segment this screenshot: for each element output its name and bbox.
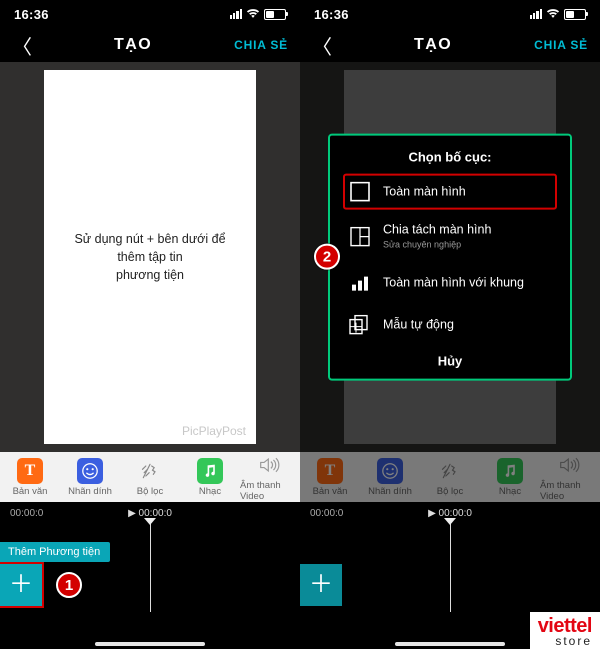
tool-row: TBản văn Nhãn dính Bộ lọc Nhạc Âm thanh … <box>300 452 600 502</box>
home-indicator <box>395 642 505 646</box>
dialog-title: Chọn bố cục: <box>344 150 556 165</box>
wifi-icon <box>246 7 260 22</box>
wifi-icon <box>546 7 560 22</box>
tool-filter[interactable]: Bộ lọc <box>420 452 480 502</box>
tool-row: TBản văn Nhãn dính Bộ lọc Nhạc Âm thanh … <box>0 452 300 502</box>
share-button[interactable]: CHIA SẺ <box>534 38 588 52</box>
layout-picker-dialog: 2 Chọn bố cục: Toàn màn hình Chia tách m… <box>328 134 572 381</box>
tool-text[interactable]: TBản văn <box>300 452 360 502</box>
page-title: TẠO <box>414 36 452 54</box>
app-header: 〈 TẠO CHIA SẺ <box>300 28 600 62</box>
preview-area: 2 Chọn bố cục: Toàn màn hình Chia tách m… <box>300 62 600 452</box>
tool-filter[interactable]: Bộ lọc <box>120 452 180 502</box>
timeline-track[interactable]: ＋ <box>300 524 600 612</box>
callout-step-2: 2 <box>314 244 340 270</box>
tutorial-side-by-side: 16:36 〈 TẠO CHIA SẺ Sử dụng nút + bên dư… <box>0 0 600 649</box>
viettel-store-logo: viettel store <box>530 612 600 649</box>
app-header: 〈 TẠO CHIA SẺ <box>0 28 300 62</box>
tool-music[interactable]: Nhạc <box>180 452 240 502</box>
placeholder-text: Sử dụng nút + bên dưới để thêm tập tin p… <box>62 230 238 284</box>
add-media-button[interactable]: ＋ <box>300 564 342 606</box>
phone-screenshot-right: 16:36 〈 TẠO CHIA SẺ 2 Chọn bố cục: Toàn … <box>300 0 600 649</box>
tool-audio-from-video[interactable]: Âm thanh Video <box>240 452 300 502</box>
status-time: 16:36 <box>314 7 349 22</box>
cellular-icon <box>230 9 242 19</box>
opt-auto-template[interactable]: Mẫu tự động <box>344 307 556 341</box>
share-button[interactable]: CHIA SẺ <box>234 38 288 52</box>
tool-sticker[interactable]: Nhãn dính <box>60 452 120 502</box>
tool-sticker[interactable]: Nhãn dính <box>360 452 420 502</box>
time-start: 00:00:0 <box>310 508 343 519</box>
home-indicator <box>95 642 205 646</box>
dialog-cancel[interactable]: Hủy <box>344 353 556 368</box>
frame-icon <box>349 271 371 293</box>
preview-canvas[interactable]: Sử dụng nút + bên dưới để thêm tập tin p… <box>44 70 256 444</box>
auto-template-icon <box>349 313 371 335</box>
phone-screenshot-left: 16:36 〈 TẠO CHIA SẺ Sử dụng nút + bên dư… <box>0 0 300 649</box>
status-bar: 16:36 <box>0 0 300 28</box>
playhead-line <box>450 524 451 612</box>
playhead-time: ▶ 00:00:0 <box>428 508 472 519</box>
status-bar: 16:36 <box>300 0 600 28</box>
battery-icon <box>264 9 286 20</box>
playhead-marker[interactable] <box>444 518 456 525</box>
back-button[interactable]: 〈 <box>312 31 332 60</box>
tool-text[interactable]: TBản văn <box>0 452 60 502</box>
playhead-marker[interactable] <box>144 518 156 525</box>
preview-area: Sử dụng nút + bên dưới để thêm tập tin p… <box>0 62 300 452</box>
opt-fullscreen-frame[interactable]: Toàn màn hình với khung <box>344 265 556 299</box>
playhead-time: ▶ 00:00:0 <box>128 508 172 519</box>
split-icon <box>349 226 371 248</box>
add-media-button[interactable]: ＋ <box>0 564 42 606</box>
page-title: TẠO <box>114 36 152 54</box>
time-start: 00:00:0 <box>10 508 43 519</box>
battery-icon <box>564 9 586 20</box>
status-time: 16:36 <box>14 7 49 22</box>
timeline-track[interactable]: Thêm Phương tiện ＋ 1 <box>0 524 300 612</box>
back-button[interactable]: 〈 <box>12 31 32 60</box>
tool-audio-from-video[interactable]: Âm thanh Video <box>540 452 600 502</box>
opt-split[interactable]: Chia tách màn hìnhSửa chuyên nghiệp <box>344 217 556 258</box>
tool-music[interactable]: Nhạc <box>480 452 540 502</box>
watermark: PicPlayPost <box>182 424 246 438</box>
opt-fullscreen[interactable]: Toàn màn hình <box>344 175 556 209</box>
callout-step-1: 1 <box>56 572 82 598</box>
cellular-icon <box>530 9 542 19</box>
add-media-tooltip: Thêm Phương tiện <box>0 542 110 562</box>
fullscreen-icon <box>349 181 371 203</box>
playhead-line <box>150 524 151 612</box>
